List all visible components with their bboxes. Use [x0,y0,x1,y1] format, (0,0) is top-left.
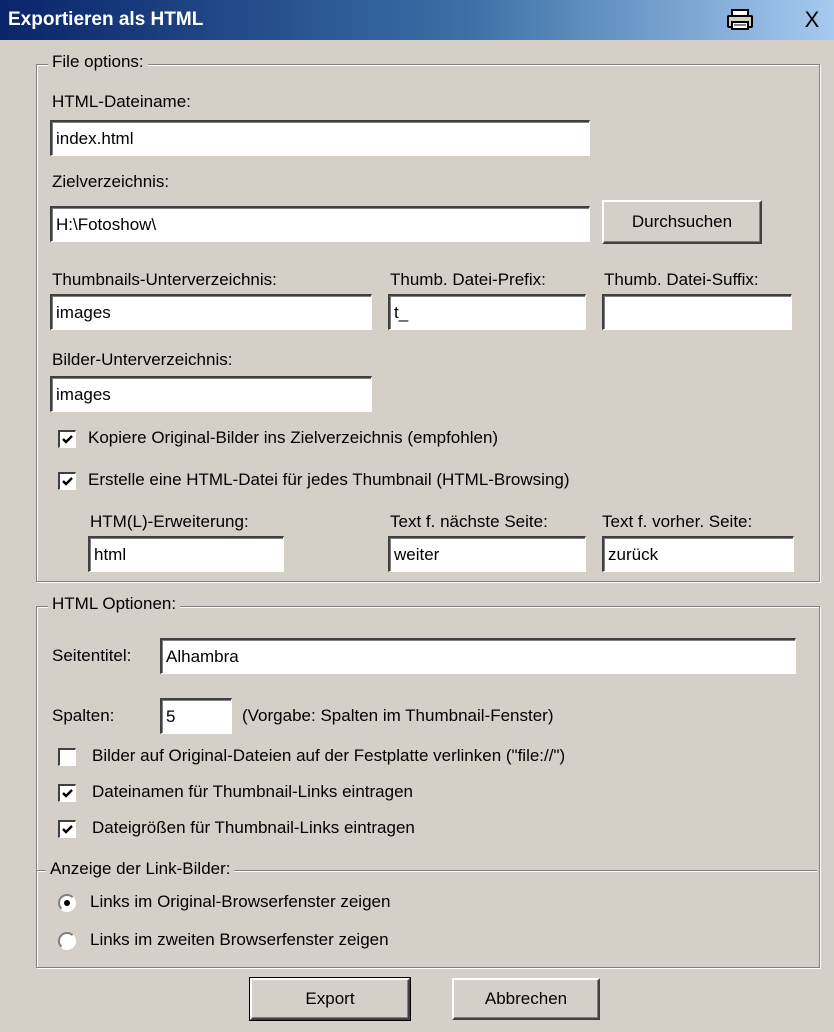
target-dir-label: Zielverzeichnis: [52,172,170,191]
link-to-files-label[interactable]: Bilder auf Original-Dateien auf der Fest… [92,746,565,766]
cancel-button[interactable]: Abbrechen [452,978,600,1020]
html-per-thumb-label[interactable]: Erstelle eine HTML-Datei für jedes Thumb… [88,470,570,490]
close-icon: X [804,7,820,32]
prev-text-input[interactable] [602,536,794,572]
title-bar[interactable]: Exportieren als HTML X [0,0,834,40]
print-icon [727,9,753,30]
thumb-suffix-input[interactable] [602,294,792,330]
html-filename-input[interactable] [50,120,590,156]
filenames-for-links-label[interactable]: Dateinamen für Thumbnail-Links eintragen [92,782,413,802]
browse-button[interactable]: Durchsuchen [602,200,762,244]
target-dir-input[interactable] [50,206,590,242]
columns-label: Spalten: [52,706,115,725]
thumb-subdir-label: Thumbnails-Unterverzeichnis: [52,270,277,289]
export-dialog: Exportieren als HTML X File options: HTM… [0,0,834,1032]
filesizes-for-links-label[interactable]: Dateigrößen für Thumbnail-Links eintrage… [92,818,415,838]
export-button[interactable]: Export [249,977,411,1021]
checkmark-icon [62,477,73,486]
checkmark-icon [62,789,73,798]
prev-text-label: Text f. vorher. Seite: [602,512,753,531]
link-display-legend: Anzeige der Link-Bilder: [46,859,235,879]
extension-input[interactable] [88,536,284,572]
radio-second-window[interactable] [58,932,76,950]
image-subdir-input[interactable] [50,376,372,412]
page-title-label: Seitentitel: [52,646,132,665]
thumb-prefix-input[interactable] [388,294,586,330]
thumb-suffix-label: Thumb. Datei-Suffix: [604,270,759,289]
filesizes-for-links-checkbox[interactable] [58,820,76,838]
columns-input[interactable] [160,698,232,734]
image-subdir-label: Bilder-Unterverzeichnis: [52,350,233,369]
next-text-label: Text f. nächste Seite: [390,512,548,531]
filenames-for-links-checkbox[interactable] [58,784,76,802]
print-button[interactable] [722,6,758,34]
radio-dot [64,900,70,906]
extension-label: HTM(L)-Erweiterung: [90,512,249,531]
radio-same-window-label[interactable]: Links im Original-Browserfenster zeigen [90,892,390,912]
html-per-thumb-checkbox[interactable] [58,472,76,490]
close-button[interactable]: X [794,6,830,34]
checkmark-icon [62,435,73,444]
next-text-input[interactable] [388,536,586,572]
columns-hint: (Vorgabe: Spalten im Thumbnail-Fenster) [242,706,554,725]
thumb-subdir-input[interactable] [50,294,372,330]
copy-originals-label[interactable]: Kopiere Original-Bilder ins Zielverzeich… [88,428,498,448]
copy-originals-checkbox[interactable] [58,430,76,448]
thumb-prefix-label: Thumb. Datei-Prefix: [390,270,546,289]
window-title: Exportieren als HTML [8,9,204,30]
radio-same-window[interactable] [58,894,76,912]
html-options-legend: HTML Optionen: [48,594,181,614]
page-title-input[interactable] [160,638,796,674]
radio-second-window-label[interactable]: Links im zweiten Browserfenster zeigen [90,930,389,950]
link-to-files-checkbox[interactable] [58,748,76,766]
html-filename-label: HTML-Dateiname: [52,92,191,111]
file-options-legend: File options: [48,52,148,72]
checkmark-icon [62,825,73,834]
